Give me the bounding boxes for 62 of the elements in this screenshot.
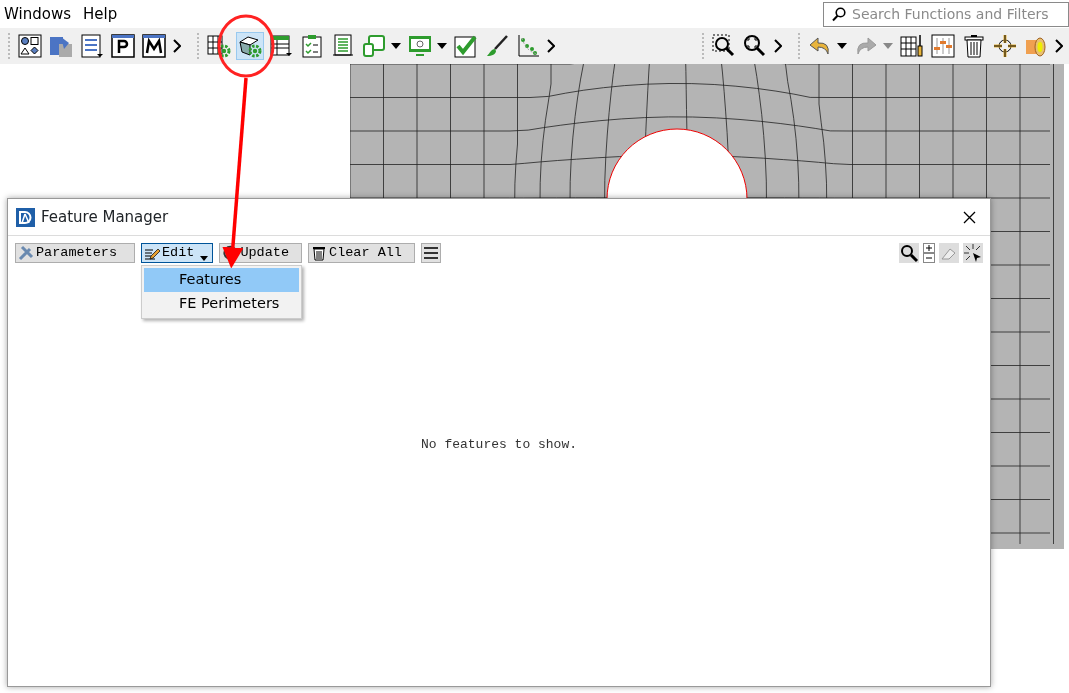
grid-gear-button[interactable] — [205, 32, 233, 60]
sliders-button[interactable] — [929, 32, 957, 60]
search-field[interactable]: Search Functions and Filters — [823, 2, 1069, 27]
devices-button[interactable] — [360, 32, 403, 60]
toolbar-button[interactable]: Edit — [141, 243, 214, 263]
trash-icon — [962, 34, 986, 58]
menu-item[interactable]: Windows — [0, 2, 79, 26]
list-icon — [80, 34, 104, 58]
document-icon — [331, 34, 355, 58]
zoom-plus-minus-icon[interactable] — [923, 243, 935, 263]
squares-icon — [18, 34, 42, 58]
chevron-right-button[interactable] — [772, 37, 784, 55]
devices-icon — [362, 34, 386, 58]
chevron-right-icon — [774, 39, 782, 53]
annotation-circle — [217, 14, 275, 78]
approval-icon — [454, 34, 478, 58]
chevron-right-icon — [1055, 39, 1063, 53]
cube-gear-icon — [238, 34, 262, 58]
chevron-right-button[interactable] — [1053, 37, 1065, 55]
crosshair-button[interactable] — [991, 32, 1019, 60]
caret-down-icon — [437, 43, 447, 49]
grid-ruler-icon — [900, 34, 924, 58]
cube-gear-button[interactable] — [236, 32, 264, 60]
crosshair-icon — [993, 34, 1017, 58]
toolbar-button[interactable]: Clear All — [308, 243, 415, 263]
chevron-right-button[interactable] — [545, 37, 557, 55]
menu-item[interactable]: Help — [78, 2, 126, 26]
grid-ruler-button[interactable] — [898, 32, 926, 60]
puzzle-icon — [49, 34, 73, 58]
chevron-right-icon — [173, 39, 181, 53]
chevron-right-button[interactable] — [171, 37, 183, 55]
caret-down-icon — [200, 255, 209, 261]
trash-icon — [311, 245, 328, 261]
search-icon — [832, 7, 846, 22]
p-letter-icon — [111, 34, 135, 58]
sliders-icon — [931, 34, 955, 58]
empty-message: No features to show. — [421, 435, 577, 454]
caret-down-icon — [883, 43, 893, 49]
app-logo-icon — [16, 207, 35, 227]
m-letter-button[interactable] — [140, 32, 168, 60]
caret-down-icon — [391, 43, 401, 49]
grid-gear-icon — [207, 34, 231, 58]
zoom-fit-icon[interactable] — [899, 243, 919, 263]
select-cursor-icon[interactable] — [963, 243, 983, 263]
list-button[interactable] — [78, 32, 106, 60]
toolbar-button[interactable]: Parameters — [15, 243, 135, 263]
monitor-icon — [408, 34, 432, 58]
m-letter-icon — [142, 34, 166, 58]
scatter-plot-icon — [516, 34, 540, 58]
search-icon — [743, 34, 767, 58]
chevron-right-icon — [547, 39, 555, 53]
zoom-box-icon — [712, 34, 736, 58]
clipboard-icon — [300, 34, 324, 58]
paintbrush-icon — [485, 34, 509, 58]
squares-button[interactable] — [16, 32, 44, 60]
menu-item[interactable]: Features — [144, 268, 299, 292]
menu-item[interactable]: FE Perimeters — [144, 292, 299, 316]
p-letter-button[interactable] — [109, 32, 137, 60]
caret-down-icon — [837, 43, 847, 49]
menu-button[interactable] — [420, 243, 441, 263]
dialog-title: Feature Manager — [41, 206, 170, 228]
tools-icon — [18, 245, 34, 261]
